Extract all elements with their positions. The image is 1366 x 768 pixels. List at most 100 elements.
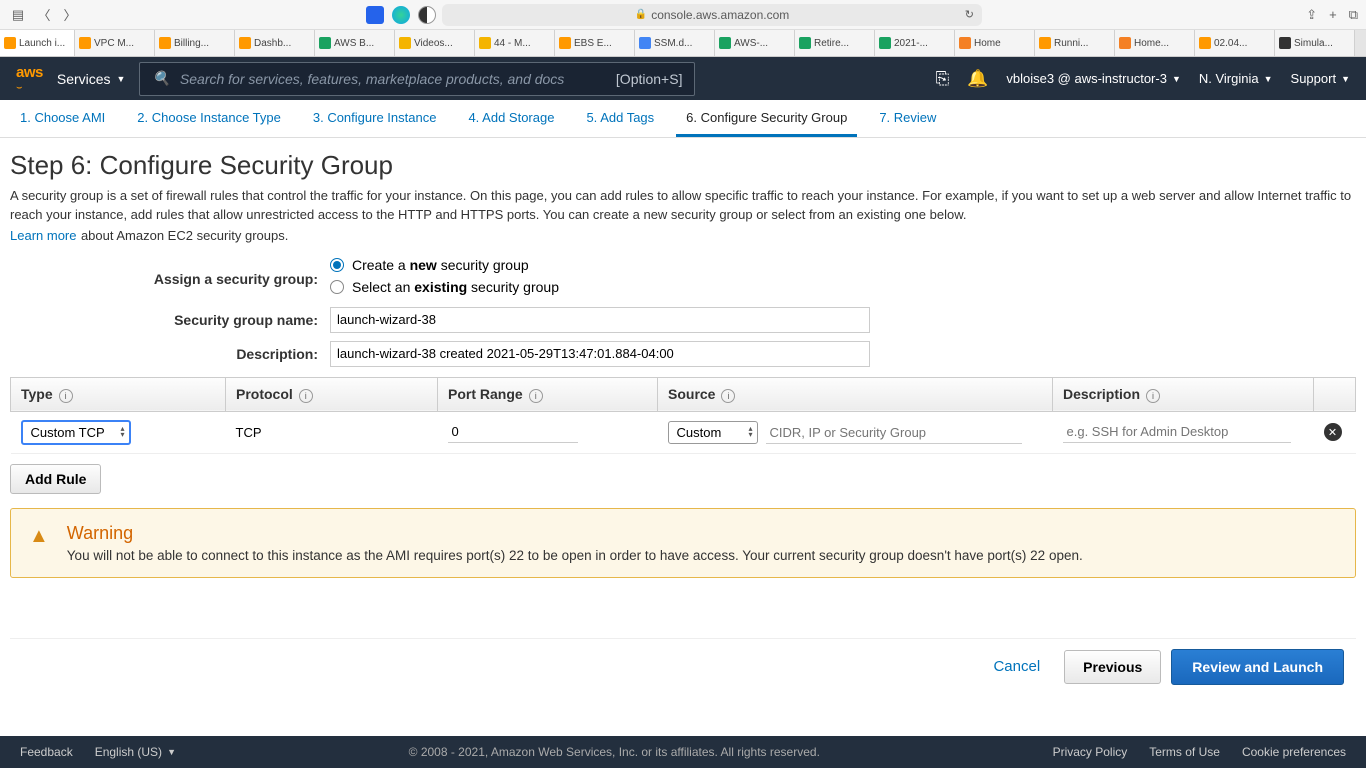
- column-header: Port Rangei: [438, 377, 658, 411]
- wizard-tab[interactable]: 5. Add Tags: [576, 100, 664, 137]
- column-header: Typei: [11, 377, 226, 411]
- browser-tab[interactable]: AWS B...: [315, 30, 395, 56]
- feedback-link[interactable]: Feedback: [20, 745, 73, 759]
- sidebar-toggle-icon[interactable]: ▤: [8, 5, 28, 25]
- browser-tab[interactable]: VPC M...: [75, 30, 155, 56]
- browser-tab[interactable]: 44 - M...: [475, 30, 555, 56]
- extension-icon[interactable]: [392, 6, 410, 24]
- browser-chrome: ▤ 〈 〉 🔒 console.aws.amazon.com ↻ ⇪ + ⧉: [0, 0, 1366, 30]
- favicon: [1199, 37, 1211, 49]
- favicon: [399, 37, 411, 49]
- warning-title: Warning: [67, 523, 1083, 544]
- privacy-link[interactable]: Privacy Policy: [1053, 745, 1128, 759]
- radio-icon: [330, 258, 344, 272]
- info-icon[interactable]: i: [1146, 389, 1160, 403]
- refresh-icon[interactable]: ↻: [965, 8, 974, 21]
- sg-name-input[interactable]: [330, 307, 870, 333]
- share-icon[interactable]: ⇪: [1306, 7, 1317, 23]
- cookies-link[interactable]: Cookie preferences: [1242, 745, 1346, 759]
- tabs-overview-icon[interactable]: ⧉: [1349, 7, 1358, 23]
- source-mode-select[interactable]: Custom▴▾: [668, 421, 758, 444]
- shield-icon[interactable]: [418, 6, 436, 24]
- learn-more-link[interactable]: Learn more: [10, 228, 76, 243]
- services-menu[interactable]: Services ▼: [57, 71, 126, 87]
- radio-select-existing[interactable]: Select an existing security group: [330, 279, 1356, 295]
- browser-tab[interactable]: Simula...: [1275, 30, 1355, 56]
- cancel-button[interactable]: Cancel: [979, 650, 1054, 683]
- browser-tab[interactable]: Runni...: [1035, 30, 1115, 56]
- caret-down-icon: ▼: [167, 747, 176, 757]
- wizard-tab[interactable]: 7. Review: [869, 100, 946, 137]
- rule-type-select[interactable]: Custom TCP▴▾: [21, 420, 131, 445]
- browser-tab[interactable]: 2021-...: [875, 30, 955, 56]
- url-text: console.aws.amazon.com: [651, 8, 789, 22]
- notifications-icon[interactable]: 🔔: [967, 69, 988, 89]
- favicon: [4, 37, 16, 49]
- aws-header: aws ⌣ Services ▼ 🔍 Search for services, …: [0, 57, 1366, 100]
- terms-link[interactable]: Terms of Use: [1149, 745, 1220, 759]
- tab-label: Videos...: [414, 38, 453, 49]
- language-menu[interactable]: English (US) ▼: [95, 745, 176, 759]
- info-icon[interactable]: i: [59, 389, 73, 403]
- info-icon[interactable]: i: [529, 389, 543, 403]
- search-placeholder: Search for services, features, marketpla…: [180, 71, 564, 87]
- warning-text: You will not be able to connect to this …: [67, 548, 1083, 563]
- account-menu[interactable]: vbloise3 @ aws-instructor-3 ▼: [1006, 71, 1181, 86]
- caret-down-icon: ▼: [1264, 74, 1273, 84]
- wizard-tab[interactable]: 4. Add Storage: [458, 100, 564, 137]
- back-icon[interactable]: 〈: [34, 5, 54, 25]
- cloudshell-icon[interactable]: ⎘: [936, 69, 950, 89]
- rule-description-input[interactable]: [1063, 421, 1291, 443]
- browser-tab[interactable]: EBS E...: [555, 30, 635, 56]
- support-menu[interactable]: Support ▼: [1291, 71, 1350, 86]
- favicon: [639, 37, 651, 49]
- source-cidr-input[interactable]: [766, 422, 1022, 444]
- smile-icon: ⌣: [16, 82, 43, 93]
- global-search[interactable]: 🔍 Search for services, features, marketp…: [139, 62, 695, 96]
- favicon: [1119, 37, 1131, 49]
- browser-tab[interactable]: Billing...: [155, 30, 235, 56]
- tab-label: Home...: [1134, 38, 1169, 49]
- wizard-tab[interactable]: 2. Choose Instance Type: [127, 100, 291, 137]
- extension-icon[interactable]: [366, 6, 384, 24]
- wizard-tabs: 1. Choose AMI 2. Choose Instance Type 3. C…: [0, 100, 1366, 138]
- add-rule-button[interactable]: Add Rule: [10, 464, 101, 494]
- new-tab-icon[interactable]: +: [1329, 7, 1337, 23]
- browser-tab[interactable]: Videos...: [395, 30, 475, 56]
- browser-tab[interactable]: Retire...: [795, 30, 875, 56]
- tab-label: Runni...: [1054, 38, 1088, 49]
- caret-down-icon: ▼: [1341, 74, 1350, 84]
- forward-icon[interactable]: 〉: [60, 5, 80, 25]
- delete-rule-icon[interactable]: ✕: [1324, 423, 1342, 441]
- tab-label: SSM.d...: [654, 38, 692, 49]
- browser-tab[interactable]: Home: [955, 30, 1035, 56]
- favicon: [159, 37, 171, 49]
- radio-create-new[interactable]: Create a new security group: [330, 257, 1356, 273]
- favicon: [79, 37, 91, 49]
- url-bar[interactable]: 🔒 console.aws.amazon.com ↻: [442, 4, 982, 26]
- info-icon[interactable]: i: [721, 389, 735, 403]
- tab-label: 44 - M...: [494, 38, 531, 49]
- browser-tab[interactable]: 02.04...: [1195, 30, 1275, 56]
- browser-tab[interactable]: Launch i...: [0, 30, 75, 56]
- wizard-tab[interactable]: 1. Choose AMI: [10, 100, 115, 137]
- caret-down-icon: ▼: [1172, 74, 1181, 84]
- info-icon[interactable]: i: [299, 389, 313, 403]
- favicon: [239, 37, 251, 49]
- browser-tab[interactable]: SSM.d...: [635, 30, 715, 56]
- favicon: [559, 37, 571, 49]
- wizard-tab[interactable]: 6. Configure Security Group: [676, 100, 857, 137]
- chrome-actions: ⇪ + ⧉: [1306, 7, 1358, 23]
- wizard-tab[interactable]: 3. Configure Instance: [303, 100, 447, 137]
- sg-desc-input[interactable]: [330, 341, 870, 367]
- tab-label: AWS B...: [334, 38, 374, 49]
- review-launch-button[interactable]: Review and Launch: [1171, 649, 1344, 685]
- browser-tab[interactable]: Home...: [1115, 30, 1195, 56]
- aws-logo[interactable]: aws ⌣: [16, 64, 43, 93]
- browser-tab[interactable]: Dashb...: [235, 30, 315, 56]
- region-menu[interactable]: N. Virginia ▼: [1199, 71, 1273, 86]
- browser-tab[interactable]: AWS-...: [715, 30, 795, 56]
- previous-button[interactable]: Previous: [1064, 650, 1161, 684]
- port-range-input[interactable]: [448, 421, 578, 443]
- radio-create-label: Create a new security group: [352, 257, 529, 273]
